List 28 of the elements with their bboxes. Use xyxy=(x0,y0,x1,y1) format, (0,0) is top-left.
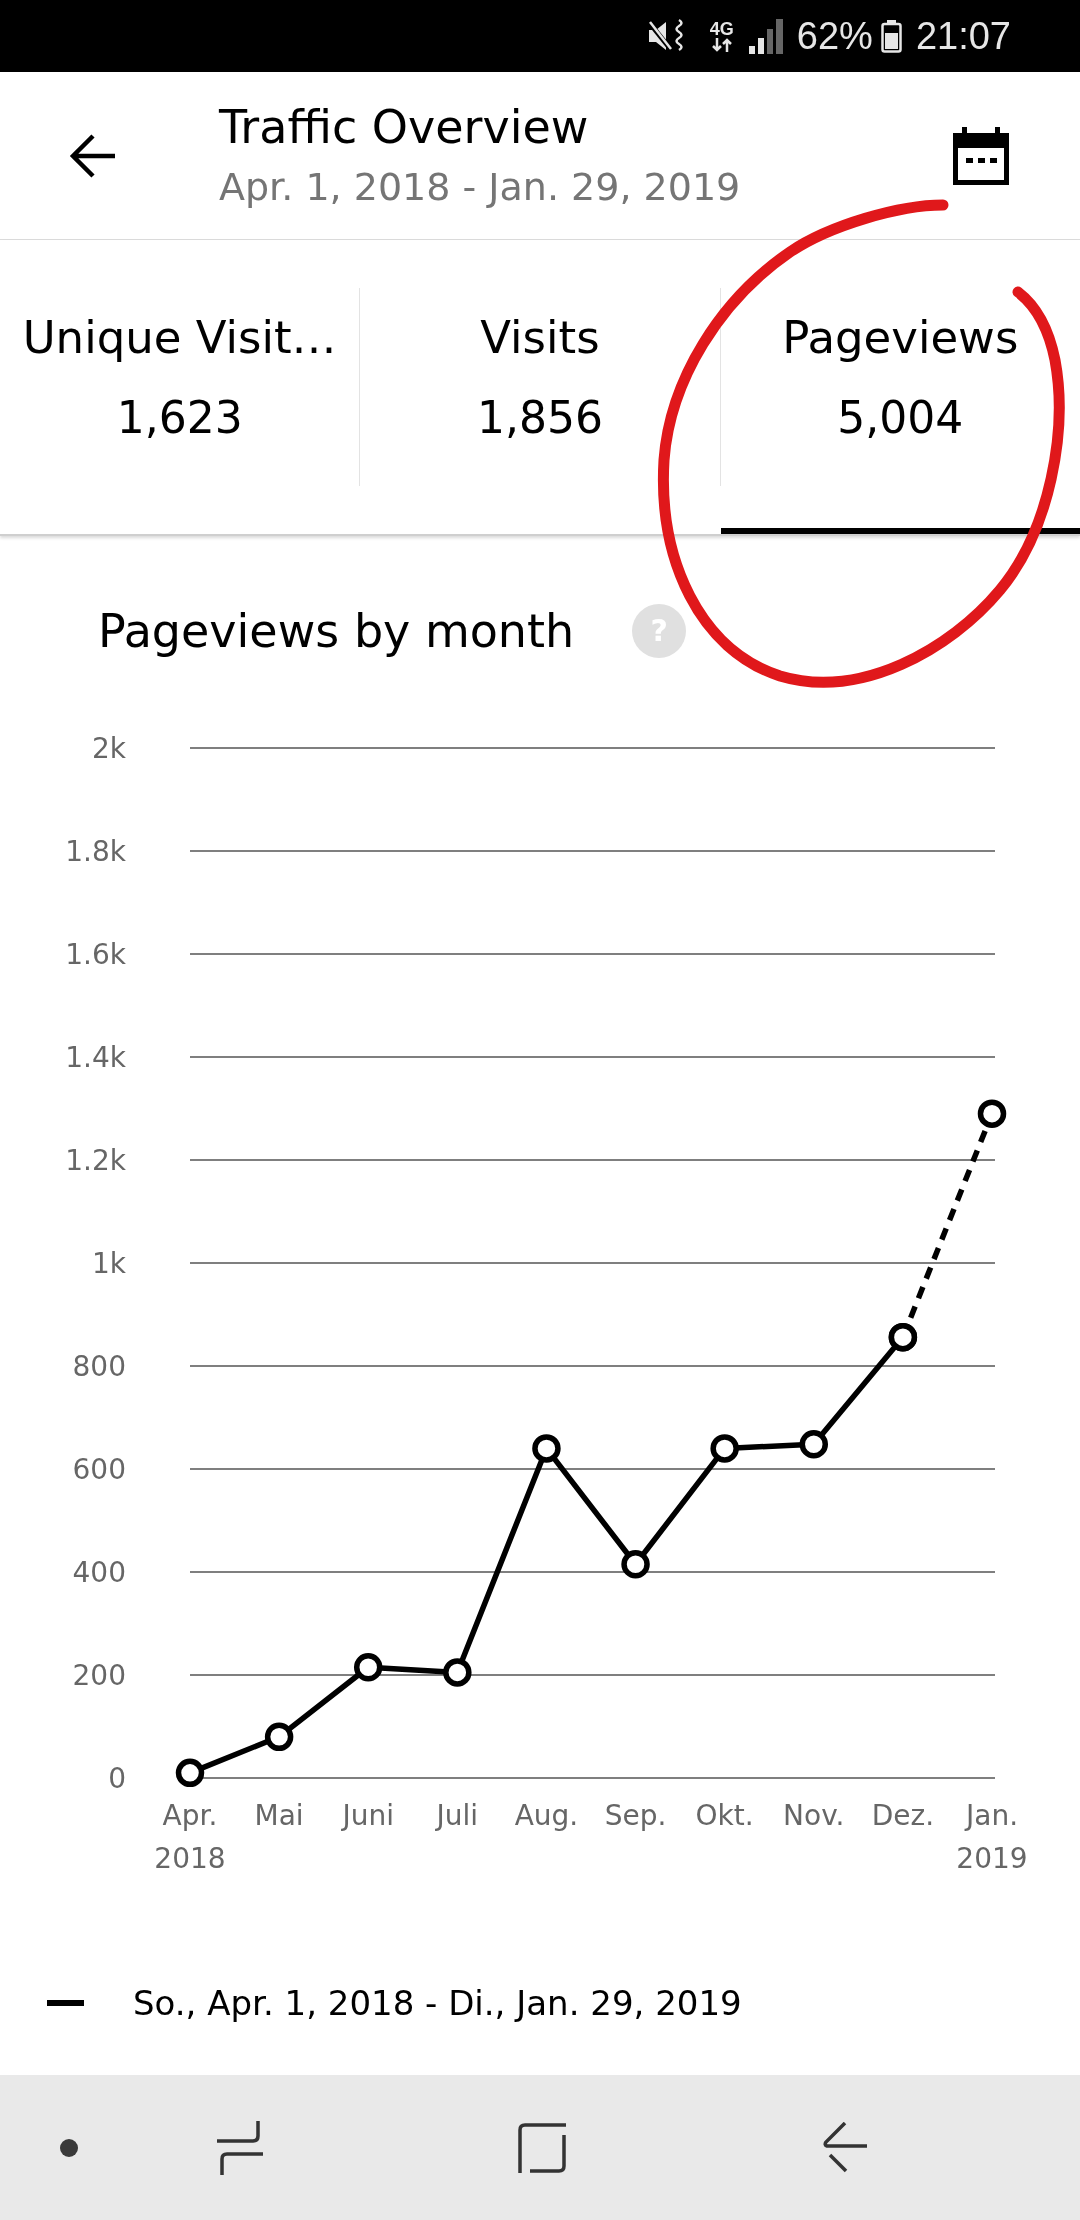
y-axis-label: 600 xyxy=(72,1452,126,1486)
battery-percentage: 62% xyxy=(796,14,873,58)
y-axis-label: 1k xyxy=(91,1246,126,1280)
x-axis-label: Dez. xyxy=(870,1798,936,1834)
x-axis-label: Nov. xyxy=(782,1798,846,1834)
clock-time: 21:07 xyxy=(915,14,1011,58)
x-axis-label: Sep. xyxy=(603,1798,668,1834)
x-axis-label: Juni xyxy=(340,1798,395,1834)
legend-label: So., Apr. 1, 2018 - Di., Jan. 29, 2019 xyxy=(133,1981,742,2024)
date-range-subtitle: Apr. 1, 2018 - Jan. 29, 2019 xyxy=(219,164,741,210)
x-axis-label: Juli xyxy=(434,1798,480,1834)
y-axis-label: 400 xyxy=(72,1555,126,1589)
y-axis-label: 1.4k xyxy=(65,1040,126,1074)
y-axis-label: 200 xyxy=(72,1658,126,1692)
y-axis-label: 1.2k xyxy=(65,1143,126,1177)
y-axis-label: 0 xyxy=(108,1761,126,1795)
x-axis-label: Apr. 2018 xyxy=(153,1798,227,1877)
y-axis-label: 1.6k xyxy=(65,937,126,971)
y-axis-label: 1.8k xyxy=(65,834,126,868)
x-axis-label: Jan. 2019 xyxy=(955,1798,1029,1877)
y-axis-label: 800 xyxy=(72,1349,126,1383)
screen-title: Traffic Overview xyxy=(219,101,590,154)
network-type-label: 4G xyxy=(709,20,734,38)
x-axis-label: Aug. xyxy=(513,1798,580,1834)
x-axis-label: Mai xyxy=(253,1798,305,1834)
chart-title: Pageviews by month xyxy=(98,604,575,658)
y-axis-label: 2k xyxy=(91,731,126,765)
x-axis-label: Okt. xyxy=(694,1798,755,1834)
